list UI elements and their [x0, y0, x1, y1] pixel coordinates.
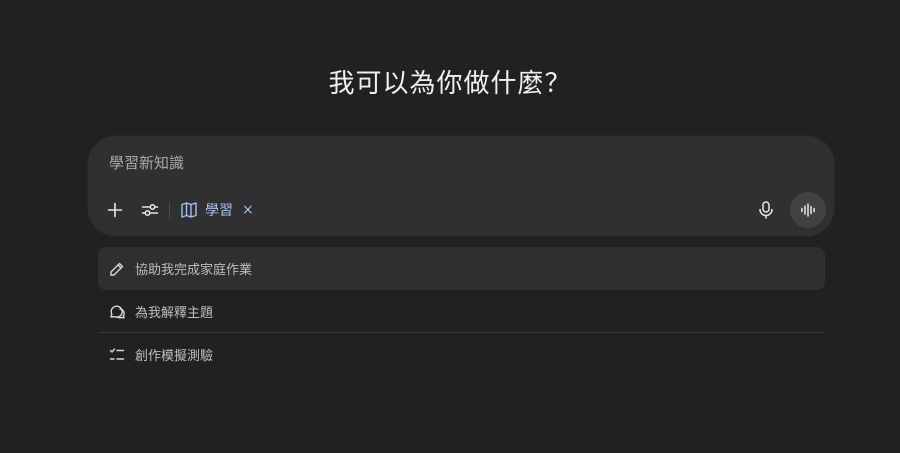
suggestion-label: 協助我完成家庭作業 — [135, 263, 253, 278]
suggestion-list: 協助我完成家庭作業 為我解釋主題 創作模擬測驗 — [98, 247, 825, 376]
suggestion-homework[interactable]: 協助我完成家庭作業 — [98, 247, 825, 290]
prompt-input[interactable]: 學習新知識 — [109, 152, 184, 174]
plus-icon — [107, 202, 123, 218]
study-mode-chip[interactable]: 學習 × — [180, 196, 254, 224]
sliders-icon — [141, 204, 159, 216]
book-icon — [181, 202, 197, 218]
toolbar-divider — [169, 202, 170, 218]
suggestion-label: 創作模擬測驗 — [135, 349, 214, 364]
voice-waveform-icon — [801, 203, 815, 217]
tools-button[interactable] — [137, 197, 163, 223]
checklist-icon — [108, 346, 126, 364]
pencil-icon — [108, 260, 126, 278]
speech-bubble-icon — [108, 303, 126, 321]
study-mode-label: 學習 — [205, 203, 233, 219]
voice-mode-button[interactable] — [790, 192, 826, 228]
suggestion-label: 為我解釋主題 — [135, 306, 214, 321]
microphone-icon — [759, 201, 773, 219]
page-title: 我可以為你做什麼？ — [328, 69, 572, 99]
add-attachment-button[interactable] — [102, 197, 128, 223]
suggestion-practice-quiz[interactable]: 創作模擬測驗 — [98, 333, 825, 376]
dictation-button[interactable] — [752, 196, 780, 224]
remove-chip-button[interactable]: × — [242, 202, 254, 218]
prompt-composer[interactable]: 學習新知識 學習 × — [88, 136, 834, 236]
suggestion-explain-topic[interactable]: 為我解釋主題 — [98, 290, 825, 333]
